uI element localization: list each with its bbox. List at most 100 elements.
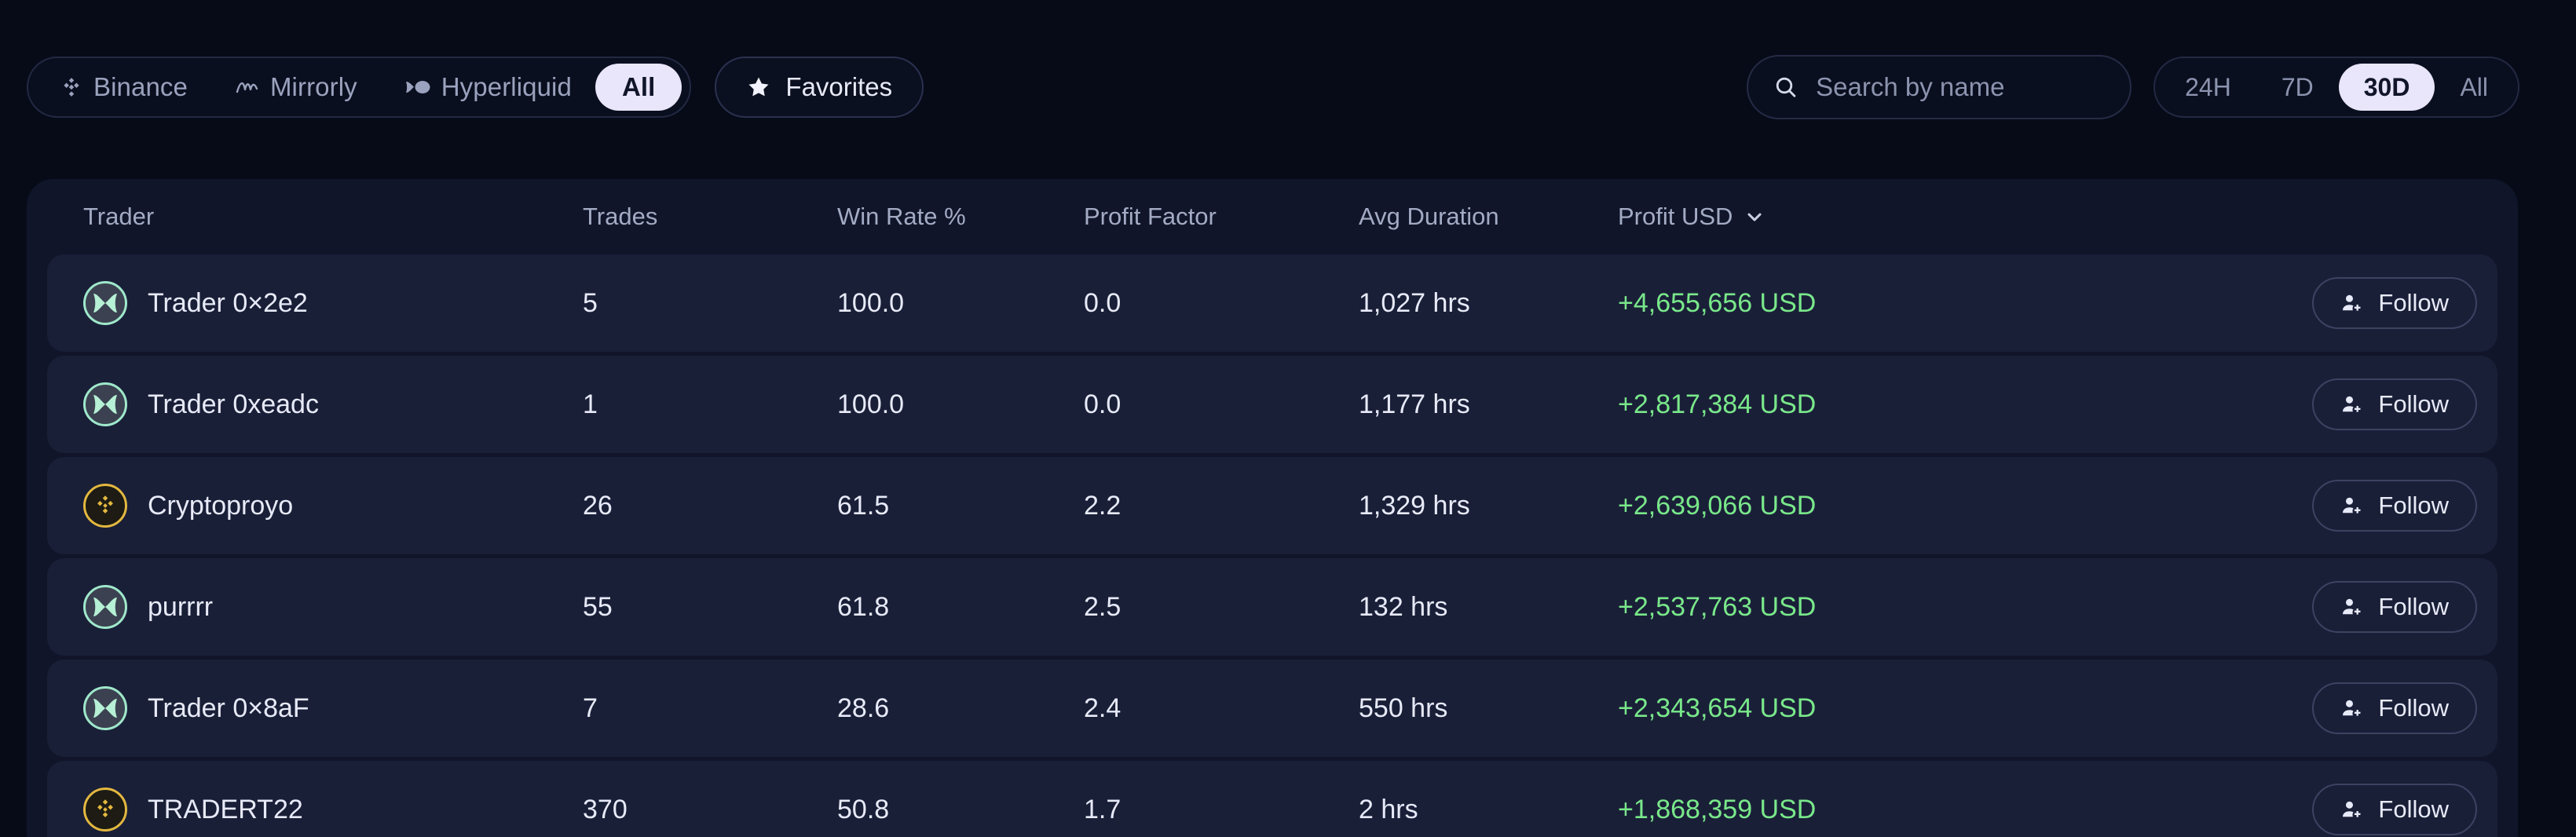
column-header-profit-usd-label: Profit USD <box>1618 203 1733 230</box>
profit-usd-value: +2,343,654 USD <box>1618 693 1817 723</box>
follow-button-label: Follow <box>2378 593 2449 620</box>
source-filter-hyperliquid[interactable]: Hyperliquid <box>381 64 595 111</box>
trader-name: TRADERT22 <box>148 794 303 824</box>
user-plus-icon <box>2340 393 2364 416</box>
avg-duration-value: 1,329 hrs <box>1359 490 1470 521</box>
actions-cell: Follow <box>2183 480 2497 532</box>
follow-button[interactable]: Follow <box>2312 378 2477 430</box>
star-icon <box>746 75 771 100</box>
profit-usd-value: +2,817,384 USD <box>1618 389 1817 419</box>
profit-usd-value: +4,655,656 USD <box>1618 287 1817 318</box>
hyperliquid-avatar-icon <box>83 585 127 629</box>
search-icon <box>1773 75 1798 100</box>
timerange-7d[interactable]: 7D <box>2256 64 2339 111</box>
actions-cell: Follow <box>2183 682 2497 734</box>
table-row[interactable]: TRADERT22 370 50.8 1.7 2 hrs +1,868,359 USD Fo… <box>47 761 2497 837</box>
timerange-30d[interactable]: 30D <box>2338 64 2435 111</box>
binance-avatar-icon <box>83 788 127 832</box>
trader-cell[interactable]: Trader 0xeadc <box>83 382 583 426</box>
profit-factor-value: 1.7 <box>1084 794 1122 824</box>
timerange-24h[interactable]: 24H <box>2160 64 2256 111</box>
trades-value: 5 <box>583 287 598 318</box>
trader-cell[interactable]: Cryptoproyo <box>83 484 583 528</box>
source-filter-mirrorly[interactable]: Mirrorly <box>211 64 381 111</box>
column-header-profit-usd[interactable]: Profit USD <box>1618 203 2183 231</box>
table-row[interactable]: Cryptoproyo 26 61.5 2.2 1,329 hrs +2,639,066 … <box>47 457 2497 554</box>
trader-name: Cryptoproyo <box>148 490 294 521</box>
follow-button[interactable]: Follow <box>2312 682 2477 734</box>
profit-usd-value: +1,868,359 USD <box>1618 794 1817 824</box>
follow-button[interactable]: Follow <box>2312 480 2477 532</box>
column-header-trader[interactable]: Trader <box>83 203 583 231</box>
trader-name: Trader 0×2e2 <box>148 287 308 318</box>
profit-factor-value: 2.4 <box>1084 693 1122 723</box>
follow-button[interactable]: Follow <box>2312 581 2477 633</box>
win-rate-value: 28.6 <box>837 693 890 723</box>
actions-cell: Follow <box>2183 784 2497 835</box>
follow-button[interactable]: Follow <box>2312 277 2477 329</box>
follow-button-label: Follow <box>2378 289 2449 316</box>
follow-button-label: Follow <box>2378 390 2449 418</box>
table-row[interactable]: Trader 0×8aF 7 28.6 2.4 550 hrs +2,343,654 US… <box>47 660 2497 757</box>
user-plus-icon <box>2340 696 2364 720</box>
follow-button-label: Follow <box>2378 795 2449 823</box>
table-row[interactable]: purrrr 55 61.8 2.5 132 hrs +2,537,763 USD Foll… <box>47 558 2497 656</box>
follow-button[interactable]: Follow <box>2312 784 2477 835</box>
profit-factor-value: 0.0 <box>1084 389 1122 419</box>
table-row[interactable]: Trader 0×2e2 5 100.0 0.0 1,027 hrs +4,655,656… <box>47 254 2497 352</box>
win-rate-value: 100.0 <box>837 389 905 419</box>
win-rate-value: 61.8 <box>837 591 890 622</box>
avg-duration-value: 1,027 hrs <box>1359 287 1470 318</box>
toolbar: Binance Mirrorly Hyperliquid All Favorit… <box>0 0 2576 174</box>
leaderboard-page: Binance Mirrorly Hyperliquid All Favorit… <box>0 0 2576 837</box>
timerange-group: 24H 7D 30D All <box>2153 57 2519 118</box>
user-plus-icon <box>2340 798 2364 821</box>
table-row[interactable]: Trader 0xeadc 1 100.0 0.0 1,177 hrs +2,817,38… <box>47 356 2497 453</box>
timerange-all[interactable]: All <box>2435 64 2513 111</box>
avg-duration-value: 1,177 hrs <box>1359 389 1470 419</box>
profit-factor-value: 2.5 <box>1084 591 1122 622</box>
follow-button-label: Follow <box>2378 694 2449 722</box>
actions-cell: Follow <box>2183 581 2497 633</box>
trader-cell[interactable]: Trader 0×2e2 <box>83 281 583 325</box>
binance-icon <box>60 75 83 99</box>
trader-cell[interactable]: Trader 0×8aF <box>83 686 583 730</box>
chevron-down-icon <box>1744 206 1766 228</box>
column-header-trades[interactable]: Trades <box>583 203 837 231</box>
trades-value: 55 <box>583 591 613 622</box>
mirrorly-icon <box>235 77 260 97</box>
source-filter-mirrorly-label: Mirrorly <box>269 72 357 101</box>
hyperliquid-avatar-icon <box>83 686 127 730</box>
column-header-win-rate[interactable]: Win Rate % <box>837 203 1084 231</box>
trader-name: purrrr <box>148 591 214 622</box>
profit-usd-value: +2,639,066 USD <box>1618 490 1817 521</box>
search-placeholder: Search by name <box>1816 72 2005 101</box>
table-header-row: Trader Trades Win Rate % Profit Factor A… <box>47 179 2497 254</box>
favorites-label: Favorites <box>785 72 893 101</box>
favorites-button[interactable]: Favorites <box>715 57 924 118</box>
hyperliquid-avatar-icon <box>83 281 127 325</box>
profit-factor-value: 0.0 <box>1084 287 1122 318</box>
search-input[interactable]: Search by name <box>1747 55 2132 119</box>
avg-duration-value: 550 hrs <box>1359 693 1448 723</box>
trader-name: Trader 0xeadc <box>148 389 319 419</box>
trader-cell[interactable]: purrrr <box>83 585 583 629</box>
user-plus-icon <box>2340 494 2364 517</box>
column-header-profit-factor[interactable]: Profit Factor <box>1084 203 1359 231</box>
trader-cell[interactable]: TRADERT22 <box>83 788 583 832</box>
win-rate-value: 100.0 <box>837 287 905 318</box>
source-filter-binance[interactable]: Binance <box>36 64 211 111</box>
user-plus-icon <box>2340 291 2364 315</box>
user-plus-icon <box>2340 595 2364 619</box>
leaderboard-table: Trader Trades Win Rate % Profit Factor A… <box>27 179 2518 837</box>
source-filter-group: Binance Mirrorly Hyperliquid All <box>27 57 692 118</box>
binance-avatar-icon <box>83 484 127 528</box>
source-filter-all[interactable]: All <box>595 64 682 111</box>
follow-button-label: Follow <box>2378 492 2449 519</box>
source-filter-hyperliquid-label: Hyperliquid <box>441 72 572 101</box>
trades-value: 26 <box>583 490 613 521</box>
column-header-avg-duration[interactable]: Avg Duration <box>1359 203 1618 231</box>
table-body: Trader 0×2e2 5 100.0 0.0 1,027 hrs +4,655,656… <box>47 254 2497 837</box>
trades-value: 1 <box>583 389 598 419</box>
search-and-range-controls: Search by name 24H 7D 30D All <box>1747 55 2519 119</box>
